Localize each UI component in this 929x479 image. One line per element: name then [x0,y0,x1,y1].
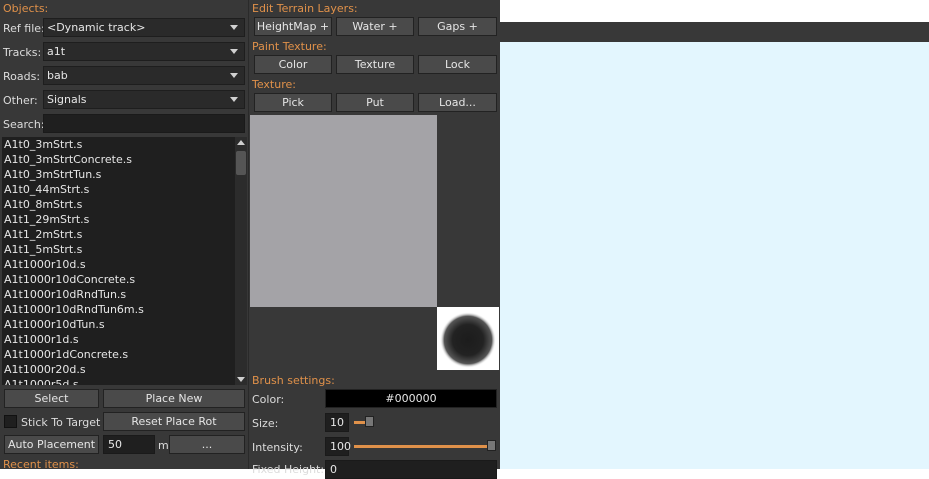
brush-color-swatch[interactable]: #000000 [325,389,497,408]
pick-button[interactable]: Pick [254,93,332,112]
stick-to-target-label: Stick To Target [21,416,101,429]
paint-color-button[interactable]: Color [254,55,332,74]
roads-dropdown[interactable]: bab [43,66,245,85]
brush-color-label: Color: [252,393,285,406]
reset-place-rot-button[interactable]: Reset Place Rot [103,412,245,431]
stick-to-target-checkbox[interactable] [4,415,17,428]
list-item[interactable]: A1t1000r10dConcrete.s [2,272,235,287]
list-item[interactable]: A1t0_3mStrtConcrete.s [2,152,235,167]
tracks-label: Tracks: [3,46,42,59]
other-value: Signals [47,93,87,106]
list-item[interactable]: A1t1000r10d.s [2,257,235,272]
water-add-button[interactable]: Water + [336,17,414,36]
list-item[interactable]: A1t0_8mStrt.s [2,197,235,212]
fixed-height-input[interactable]: 0 [325,460,497,479]
ref-file-label: Ref file: [3,22,45,35]
brush-size-label: Size: [252,417,279,430]
list-item[interactable]: A1t1000r1dConcrete.s [2,347,235,362]
brush-settings-header: Brush settings: [252,374,335,387]
brush-intensity-slider-fill [354,445,492,448]
list-item[interactable]: A1t0_3mStrt.s [2,137,235,152]
auto-placement-distance-input[interactable]: 50 [103,435,155,454]
chevron-down-icon [230,97,238,102]
brush-preview [437,307,499,370]
object-file-list: A1t0_3mStrt.s A1t0_3mStrtConcrete.s A1t0… [2,137,235,385]
scroll-down-icon[interactable] [237,377,245,382]
recent-items-header: Recent items: [3,458,79,471]
paint-texture-button[interactable]: Texture [336,55,414,74]
scroll-up-icon[interactable] [237,140,245,145]
brush-size-slider[interactable] [354,416,496,428]
other-label: Other: [3,94,38,107]
window-top-strip [500,0,929,22]
list-item[interactable]: A1t1000r5d.s [2,377,235,385]
brush-shape-icon [440,312,496,368]
load-texture-button[interactable]: Load... [418,93,497,112]
auto-placement-unit: m [158,439,169,452]
brush-intensity-slider-handle[interactable] [487,440,496,451]
brush-size-input[interactable]: 10 [325,413,349,432]
other-dropdown[interactable]: Signals [43,90,245,109]
chevron-down-icon [230,73,238,78]
list-item[interactable]: A1t1_2mStrt.s [2,227,235,242]
chevron-down-icon [230,49,238,54]
texture-header: Texture: [252,78,296,91]
list-item[interactable]: A1t1000r10dTun.s [2,317,235,332]
brush-intensity-input[interactable]: 100 [325,437,351,456]
list-item[interactable]: A1t0_44mStrt.s [2,182,235,197]
search-input[interactable] [43,114,245,133]
search-label: Search: [3,118,45,131]
scene-viewport[interactable] [500,42,929,469]
viewport-toolbar [500,22,929,42]
select-button[interactable]: Select [4,389,99,408]
brush-intensity-slider[interactable] [354,440,496,452]
tracks-dropdown[interactable]: a1t [43,42,245,61]
fixed-height-label: Fixed Height: [252,463,325,476]
auto-placement-button[interactable]: Auto Placement [4,435,99,454]
more-options-button[interactable]: ... [169,435,245,454]
list-item[interactable]: A1t1000r20d.s [2,362,235,377]
objects-header: Objects: [3,2,49,15]
list-item[interactable]: A1t1000r10dRndTun.s [2,287,235,302]
lock-button[interactable]: Lock [418,55,497,74]
brush-intensity-label: Intensity: [252,441,303,454]
chevron-down-icon [230,25,238,30]
brush-size-slider-handle[interactable] [365,416,374,427]
file-list-scrollbar[interactable] [235,137,247,385]
edit-terrain-layers-header: Edit Terrain Layers: [252,2,358,15]
roads-label: Roads: [3,70,41,83]
gaps-add-button[interactable]: Gaps + [418,17,497,36]
list-item[interactable]: A1t1000r10dRndTun6m.s [2,302,235,317]
ref-file-dropdown[interactable]: <Dynamic track> [43,18,245,37]
heightmap-add-button[interactable]: HeightMap + [254,17,332,36]
scrollbar-thumb[interactable] [236,151,246,175]
tracks-value: a1t [47,45,66,58]
ref-file-value: <Dynamic track> [47,21,146,34]
list-item[interactable]: A1t1_29mStrt.s [2,212,235,227]
place-new-button[interactable]: Place New [103,389,245,408]
texture-preview [250,115,437,307]
list-item[interactable]: A1t0_3mStrtTun.s [2,167,235,182]
panel-divider [248,0,249,469]
put-button[interactable]: Put [336,93,414,112]
list-item[interactable]: A1t1_5mStrt.s [2,242,235,257]
paint-texture-header: Paint Texture: [252,40,327,53]
roads-value: bab [47,69,68,82]
list-item[interactable]: A1t1000r1d.s [2,332,235,347]
